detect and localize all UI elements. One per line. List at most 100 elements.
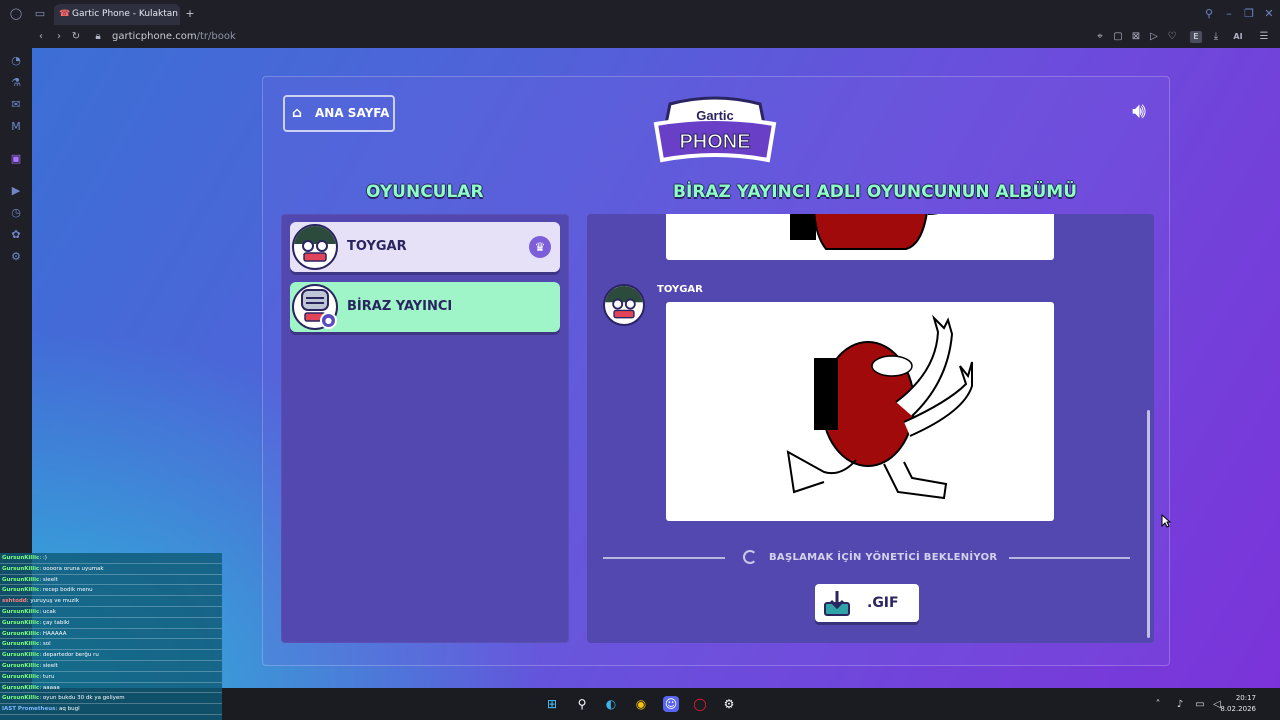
reload-icon[interactable]: ↻ xyxy=(70,31,82,43)
microphone-icon[interactable]: ♪ xyxy=(1174,699,1186,711)
download-icon[interactable]: ⤓ xyxy=(1210,31,1222,43)
close-window-icon[interactable]: ✕ xyxy=(1262,7,1276,21)
adblock-icon[interactable]: ⊠ xyxy=(1130,31,1142,43)
player-row-toygar[interactable]: TOYGAR ♛ xyxy=(290,222,560,272)
crypto-wallet-icon[interactable]: ⚗ xyxy=(9,76,23,90)
chat-line: GursunKillic: :) xyxy=(0,553,222,564)
waiting-status: BAŞLAMAK İÇİN YÖNETİCİ BEKLENİYOR xyxy=(603,550,1130,564)
chat-message: : aq bugl xyxy=(55,706,80,713)
chrome-icon[interactable]: ◉ xyxy=(633,696,649,712)
chat-line: GursunKillic: ucak xyxy=(0,607,222,618)
history-icon[interactable]: ◷ xyxy=(9,206,23,220)
chat-line: GursunKillic: sol xyxy=(0,639,222,651)
player-name: BİRAZ YAYINCI xyxy=(347,299,453,314)
phone-favicon-icon: ☎ xyxy=(59,9,71,19)
user-badge-icon: ● xyxy=(320,312,337,329)
logo-top-text: Gartic xyxy=(696,108,734,123)
chat-message: : oooora oruna uyumak xyxy=(39,565,104,572)
chat-username: GursunKillic xyxy=(2,576,40,583)
opera-icon[interactable]: ◯ xyxy=(692,696,708,712)
chat-username: sshtodd xyxy=(2,598,27,605)
new-tab-button[interactable]: + xyxy=(183,7,197,21)
ai-label: AI xyxy=(1233,32,1243,41)
album-heading: BİRAZ YAYINCI ADLI OYUNCUNUN ALBÜMÜ xyxy=(673,182,1078,202)
search-tabs-icon[interactable]: ⚲ xyxy=(1202,7,1216,21)
album-panel: TOYGAR BAŞLAMAK İÇİN YÖNETİCİ BEKLENİYOR… xyxy=(587,214,1154,643)
chat-message: : oyun bukdu 30 dk ya geliyem xyxy=(39,695,125,702)
chat-username: GursunKillic xyxy=(2,608,40,615)
chat-username: GursunKillic xyxy=(2,555,40,561)
chat-message: : sieelt xyxy=(39,662,58,669)
messenger-icon[interactable]: ✉ xyxy=(9,98,23,112)
home-button[interactable]: ⌂ ANA SAYFA xyxy=(283,95,395,132)
player-icon[interactable]: ▷ xyxy=(1148,31,1160,43)
chat-message: : :) xyxy=(39,555,47,561)
tab-workspace-icon[interactable]: ▭ xyxy=(33,7,47,21)
home-icon: ⌂ xyxy=(292,105,303,121)
player-row-biraz-yayinci[interactable]: ● BİRAZ YAYINCI xyxy=(290,282,560,332)
chat-line: GursunKillic: recep bodik menu xyxy=(0,585,222,597)
gif-label: .GIF xyxy=(867,595,899,611)
heart-icon[interactable]: ♡ xyxy=(1166,31,1178,43)
chat-message: : turu xyxy=(39,673,55,680)
tab-gartic-phone[interactable]: ☎ Gartic Phone - Kulaktan Ku xyxy=(54,4,180,25)
chat-line: GursunKillic: departedor berğu ru xyxy=(0,650,222,661)
chat-message: : aaaaa xyxy=(39,684,60,691)
album-drawing-previous xyxy=(666,214,1054,260)
edge-icon[interactable]: ◐ xyxy=(603,696,619,712)
sound-toggle-icon[interactable]: 🔊︎ xyxy=(1124,99,1154,125)
avatar xyxy=(292,224,338,270)
album-scrollbar[interactable] xyxy=(1147,410,1150,638)
url-host: garticphone.com xyxy=(112,31,197,42)
loading-spinner-icon xyxy=(743,550,757,564)
tab-title: Gartic Phone - Kulaktan Ku xyxy=(72,9,180,19)
aria-icon[interactable]: ◔ xyxy=(9,54,23,68)
gartic-phone-logo[interactable]: Gartic PHONE xyxy=(652,94,778,168)
snapshot-icon[interactable]: ▢ xyxy=(1112,31,1124,43)
chat-username: GursunKillic xyxy=(2,662,40,669)
player-sidebar-icon[interactable]: ▶ xyxy=(9,184,23,198)
menu-icon[interactable]: ☰ xyxy=(1258,31,1270,43)
crown-icon: ♛ xyxy=(529,236,551,258)
url-field[interactable]: garticphone.com/tr/book xyxy=(112,31,236,43)
mail-icon[interactable]: M xyxy=(9,120,23,134)
aria-ai-button[interactable]: AI xyxy=(1228,31,1248,43)
search-icon[interactable]: ⚲ xyxy=(574,696,590,712)
profile-badge[interactable]: E xyxy=(1190,31,1202,43)
chat-username: GursunKillic xyxy=(2,565,40,572)
chat-username: GursunKillic xyxy=(2,695,40,702)
extensions-icon[interactable]: ✿ xyxy=(9,228,23,242)
chat-line: GursunKillic: sieelt xyxy=(0,575,222,586)
settings-app-icon[interactable]: ⚙ xyxy=(721,696,737,712)
chat-line: GursunKillic: oyun bukdu 30 dk ya geliye… xyxy=(0,693,222,705)
chat-line: GursunKillic: çay tabiki xyxy=(0,618,222,629)
pin-icon[interactable]: ⌖ xyxy=(1094,31,1106,43)
logo-bottom-text: PHONE xyxy=(679,131,750,153)
album-author-name: TOYGAR xyxy=(657,284,703,295)
players-panel: TOYGAR ♛ ● BİRAZ YAYINCI xyxy=(281,214,569,643)
waiting-text: BAŞLAMAK İÇİN YÖNETİCİ BEKLENİYOR xyxy=(769,552,998,563)
chat-username: GursunKillic xyxy=(2,652,40,659)
album-drawing xyxy=(666,302,1054,521)
discord-icon[interactable]: ☺ xyxy=(663,696,679,712)
clock[interactable]: 20:17 8.02.2026 xyxy=(1220,693,1256,715)
minimize-icon[interactable]: – xyxy=(1222,7,1236,21)
network-icon[interactable]: ▭ xyxy=(1194,699,1206,711)
download-gif-button[interactable]: .GIF xyxy=(815,584,919,622)
windows-start-icon[interactable]: ⊞ xyxy=(544,696,560,712)
chat-message: : yuruyuş ve muzik xyxy=(26,598,80,605)
chat-message: : sol xyxy=(39,641,51,648)
chat-line: GursunKillic: sieelt xyxy=(0,661,222,672)
back-icon[interactable]: ‹ xyxy=(35,31,47,43)
settings-gear-icon[interactable]: ⚙ xyxy=(9,250,23,264)
twitch-icon[interactable]: ▣ xyxy=(9,152,23,166)
author-avatar xyxy=(603,284,645,326)
forward-icon[interactable]: › xyxy=(53,31,65,43)
chat-line: GursunKillic: HAAAAA xyxy=(0,629,222,640)
opera-logo-icon[interactable]: ◯ xyxy=(9,7,23,21)
restore-icon[interactable]: ❐ xyxy=(1242,7,1256,21)
clock-date: 8.02.2026 xyxy=(1220,705,1256,713)
tray-chevron-icon[interactable]: ˄ xyxy=(1152,699,1164,711)
chat-username: GursunKillic xyxy=(2,641,40,648)
chat-line: GursunKillic: aaaaa xyxy=(0,683,222,694)
